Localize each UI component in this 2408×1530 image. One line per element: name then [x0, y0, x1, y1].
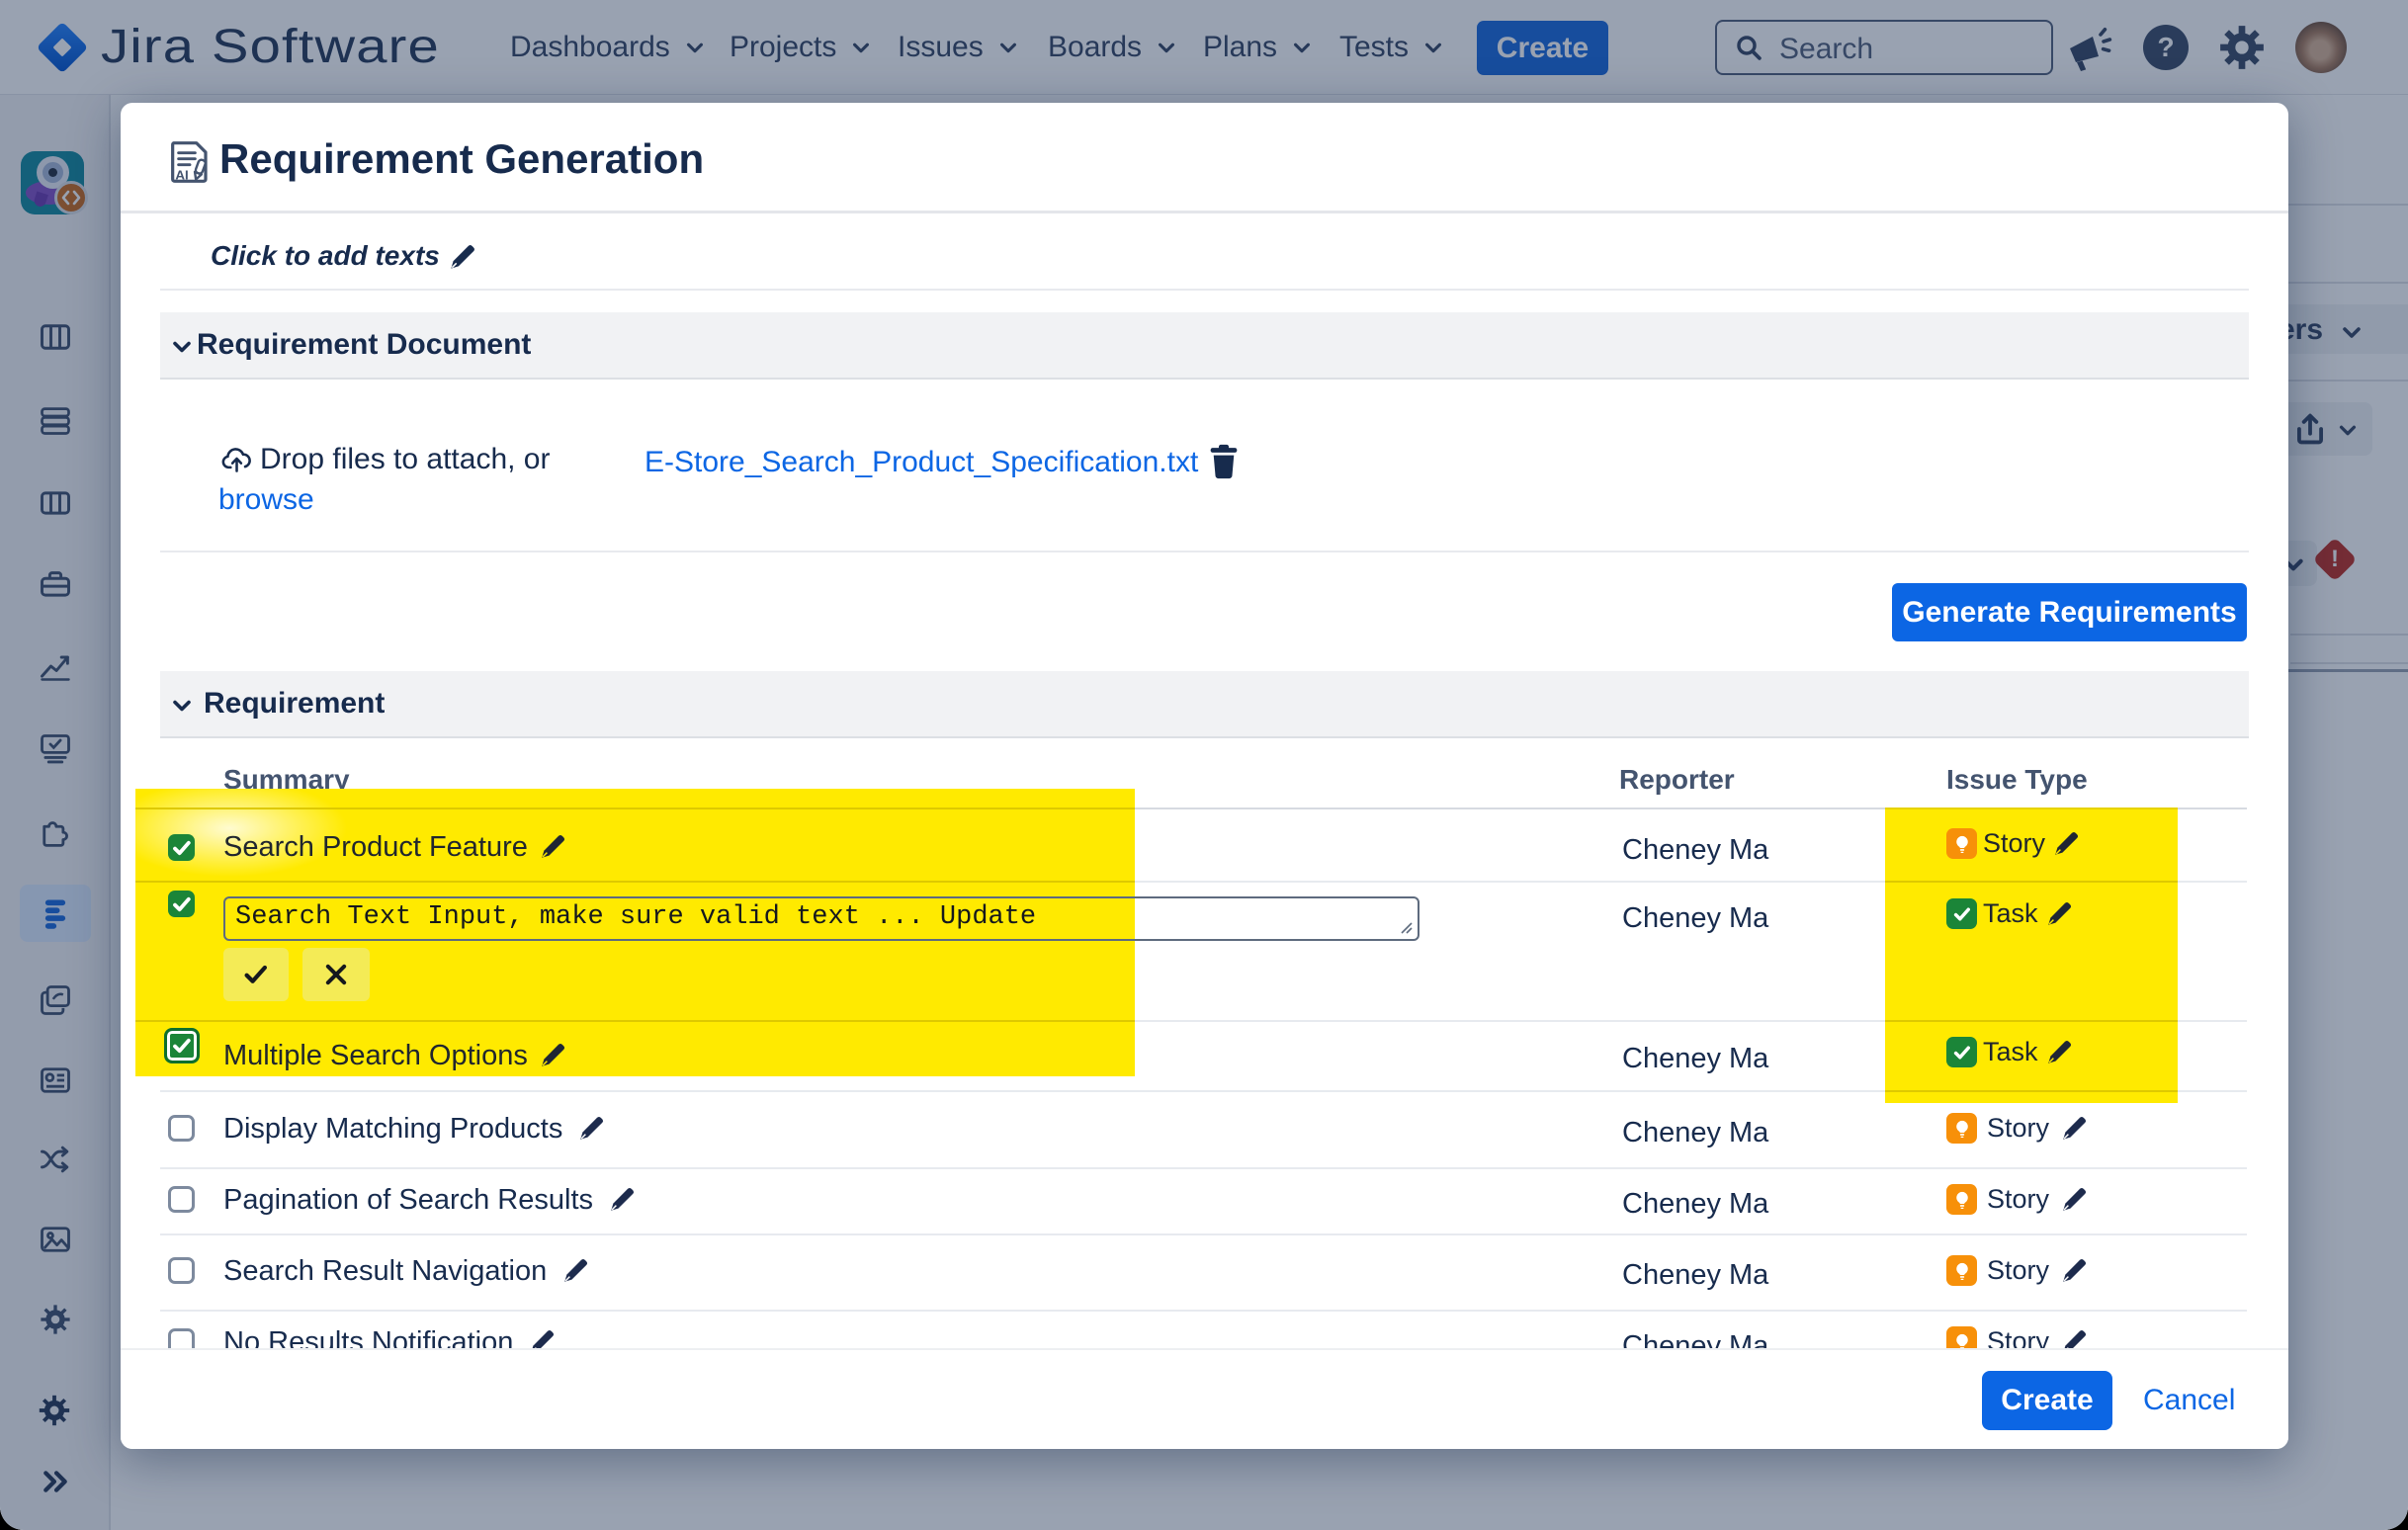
svg-text:AI: AI — [175, 167, 188, 182]
